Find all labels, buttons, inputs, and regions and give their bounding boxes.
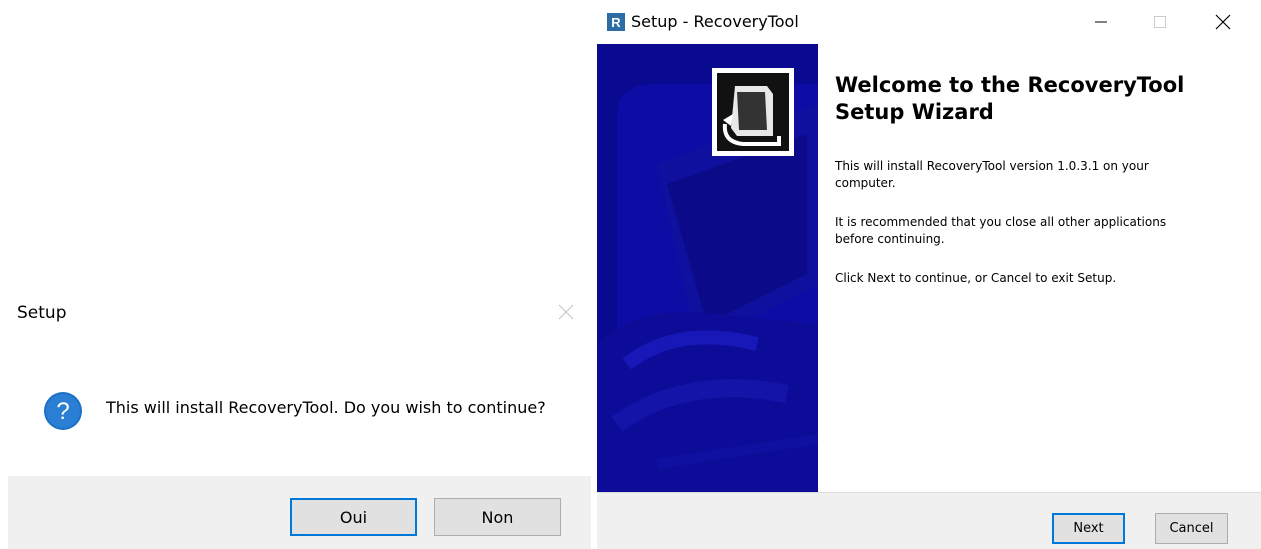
maximize-button[interactable] xyxy=(1140,6,1180,38)
question-glyph: ? xyxy=(56,398,69,425)
recommendation-text: It is recommended that you close all oth… xyxy=(835,214,1225,248)
question-icon: ? xyxy=(43,391,83,431)
close-button[interactable] xyxy=(1203,6,1243,38)
app-icon-letter: R xyxy=(611,15,621,30)
window-title: Setup - RecoveryTool xyxy=(631,12,799,31)
maximize-icon xyxy=(1154,16,1166,28)
welcome-heading-line2: Setup Wizard xyxy=(835,100,994,124)
title-bar: R Setup - RecoveryTool xyxy=(597,0,1261,44)
dialog-message: This will install RecoveryTool. Do you w… xyxy=(106,398,546,417)
next-button[interactable]: Next xyxy=(1052,513,1125,544)
welcome-heading: Welcome to the RecoveryTool Setup Wizard xyxy=(835,72,1184,126)
confirm-dialog: Setup ? This will install RecoveryTool. … xyxy=(0,0,591,549)
cancel-button[interactable]: Cancel xyxy=(1155,513,1228,544)
yes-button[interactable]: Oui xyxy=(290,498,417,536)
install-info-text: This will install RecoveryTool version 1… xyxy=(835,158,1225,192)
install-info-line2: computer. xyxy=(835,176,896,190)
recommendation-line2: before continuing. xyxy=(835,232,945,246)
no-button[interactable]: Non xyxy=(434,498,561,536)
app-icon: R xyxy=(607,13,625,31)
recommendation-line1: It is recommended that you close all oth… xyxy=(835,215,1167,229)
welcome-heading-line1: Welcome to the RecoveryTool xyxy=(835,73,1185,97)
instruction-text: Click Next to continue, or Cancel to exi… xyxy=(835,271,1117,285)
minimize-icon xyxy=(1095,21,1107,23)
minimize-button[interactable] xyxy=(1081,6,1121,38)
dialog-title: Setup xyxy=(17,303,67,323)
install-info-line1: This will install RecoveryTool version 1… xyxy=(835,159,1149,173)
recovery-graphic xyxy=(597,44,818,492)
wizard-side-image xyxy=(597,44,818,492)
setup-wizard-window: R Setup - RecoveryTool Welcome to the Re… xyxy=(597,0,1261,549)
close-icon[interactable] xyxy=(556,302,576,322)
close-icon xyxy=(1215,14,1231,30)
